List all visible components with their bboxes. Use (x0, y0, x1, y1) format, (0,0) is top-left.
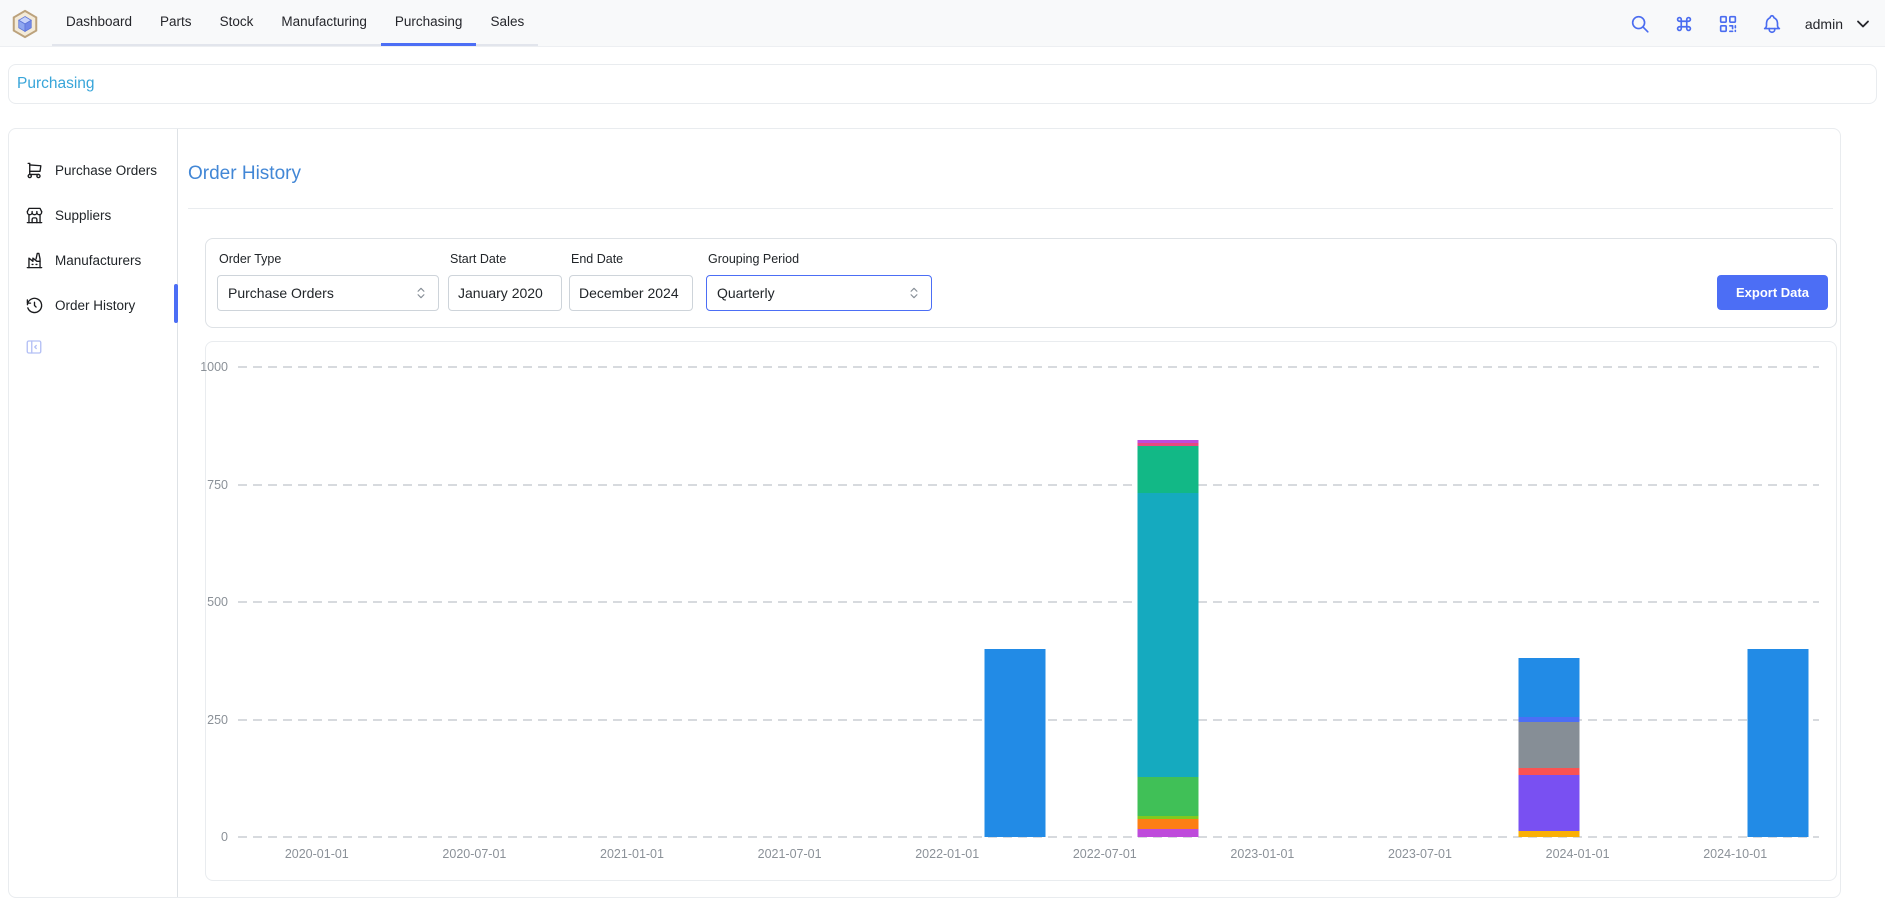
building-store-icon (25, 206, 44, 225)
tab-manufacturing[interactable]: Manufacturing (267, 0, 381, 46)
bar-2-segment-blue (1519, 658, 1580, 717)
navbar-actions: admin (1629, 0, 1873, 47)
sidebar-item-order-history[interactable]: Order History (9, 288, 177, 322)
y-tick-label-500: 500 (207, 595, 228, 609)
bar-2-segment-gray (1519, 722, 1580, 769)
main-nav-tabs: Dashboard Parts Stock Manufacturing Purc… (52, 0, 538, 46)
username-label: admin (1805, 16, 1843, 32)
sidebar-item-label: Order History (55, 298, 135, 313)
filter-panel: Order Type Purchase Orders Start Date En… (205, 238, 1837, 328)
bar-0-segment-blue (984, 649, 1045, 837)
start-date-input[interactable] (448, 275, 562, 311)
sidebar-item-label: Purchase Orders (55, 163, 157, 178)
bar-2-segment-yellow (1519, 831, 1580, 837)
tab-dashboard[interactable]: Dashboard (52, 0, 146, 46)
building-factory-icon (25, 251, 44, 270)
top-navbar: Dashboard Parts Stock Manufacturing Purc… (0, 0, 1885, 47)
y-tick-label-0: 0 (221, 830, 228, 844)
sidebar-item-label: Suppliers (55, 208, 111, 223)
chart-bar-3[interactable] (1747, 649, 1808, 837)
bar-2-segment-violet (1519, 775, 1580, 831)
qr-code-scan-icon[interactable] (1717, 13, 1739, 35)
end-date-input[interactable] (569, 275, 693, 311)
x-tick-label-2021-01-01: 2021-01-01 (600, 847, 664, 861)
gridline-750 (238, 484, 1819, 486)
gridline-1000 (238, 366, 1819, 368)
y-tick-label-750: 750 (207, 478, 228, 492)
shopping-cart-icon (25, 161, 44, 180)
content-panel: Purchase Orders Suppliers (8, 128, 1841, 898)
sidebar-collapse-icon[interactable] (25, 338, 43, 356)
x-tick-label-2023-01-01: 2023-01-01 (1230, 847, 1294, 861)
x-tick-label-2021-07-01: 2021-07-01 (758, 847, 822, 861)
x-tick-label-2020-01-01: 2020-01-01 (285, 847, 349, 861)
tab-purchasing[interactable]: Purchasing (381, 0, 477, 46)
app-window: Dashboard Parts Stock Manufacturing Purc… (0, 0, 1885, 906)
y-tick-label-1000: 1000 (200, 360, 228, 374)
x-tick-label-2022-07-01: 2022-07-01 (1073, 847, 1137, 861)
x-tick-label-2024-10-01: 2024-10-01 (1703, 847, 1767, 861)
notifications-bell-icon[interactable] (1761, 13, 1783, 35)
order-type-value: Purchase Orders (228, 285, 334, 301)
tab-sales[interactable]: Sales (476, 0, 538, 46)
start-date-label: Start Date (450, 252, 506, 266)
gridline-500 (238, 601, 1819, 603)
bar-1-segment-orange (1137, 819, 1198, 828)
purchasing-sidebar: Purchase Orders Suppliers (9, 129, 178, 897)
breadcrumb-panel: Purchasing (8, 64, 1877, 104)
select-updown-icon (414, 286, 428, 300)
command-palette-icon[interactable] (1673, 13, 1695, 35)
sidebar-item-manufacturers[interactable]: Manufacturers (9, 243, 177, 277)
grouping-period-label: Grouping Period (708, 252, 799, 266)
breadcrumb-purchasing[interactable]: Purchasing (17, 75, 95, 93)
bar-1-segment-teal (1137, 446, 1198, 493)
x-tick-label-2022-01-01: 2022-01-01 (915, 847, 979, 861)
select-updown-icon (907, 286, 921, 300)
bar-3-segment-blue (1747, 649, 1808, 837)
chart-panel: 02505007501000 2020-01-012020-07-012021-… (205, 341, 1837, 881)
sidebar-item-purchase-orders[interactable]: Purchase Orders (9, 153, 177, 187)
y-tick-label-250: 250 (207, 713, 228, 727)
end-date-label: End Date (571, 252, 623, 266)
chart-bar-1[interactable] (1137, 440, 1198, 837)
order-history-chart[interactable] (238, 367, 1814, 837)
order-type-label: Order Type (219, 252, 281, 266)
chevron-down-icon (1853, 14, 1873, 34)
history-clock-icon (25, 296, 44, 315)
chart-x-axis: 2020-01-01 2020-07-01 2021-01-01 2021-07-01… (238, 847, 1814, 867)
sidebar-item-suppliers[interactable]: Suppliers (9, 198, 177, 232)
chart-bar-0[interactable] (984, 649, 1045, 837)
bar-1-segment-green (1137, 777, 1198, 816)
chart-bar-2[interactable] (1519, 658, 1580, 837)
x-tick-label-2020-07-01: 2020-07-01 (442, 847, 506, 861)
section-divider (188, 208, 1833, 209)
tab-parts[interactable]: Parts (146, 0, 206, 46)
grouping-period-value: Quarterly (717, 285, 775, 301)
user-menu[interactable]: admin (1805, 14, 1873, 34)
sidebar-active-indicator (174, 284, 178, 323)
chart-y-axis: 02505007501000 (206, 367, 232, 837)
sidebar-item-label: Manufacturers (55, 253, 141, 268)
bar-1-segment-cyan (1137, 493, 1198, 777)
order-type-select[interactable]: Purchase Orders (217, 275, 439, 311)
tab-stock[interactable]: Stock (206, 0, 268, 46)
search-icon[interactable] (1629, 13, 1651, 35)
app-logo-icon[interactable] (10, 9, 40, 39)
x-tick-label-2023-07-01: 2023-07-01 (1388, 847, 1452, 861)
export-data-button[interactable]: Export Data (1717, 275, 1828, 310)
bar-1-segment-grape (1137, 829, 1198, 837)
grouping-period-select[interactable]: Quarterly (706, 275, 932, 311)
x-tick-label-2024-01-01: 2024-01-01 (1546, 847, 1610, 861)
page-title: Order History (188, 163, 301, 185)
